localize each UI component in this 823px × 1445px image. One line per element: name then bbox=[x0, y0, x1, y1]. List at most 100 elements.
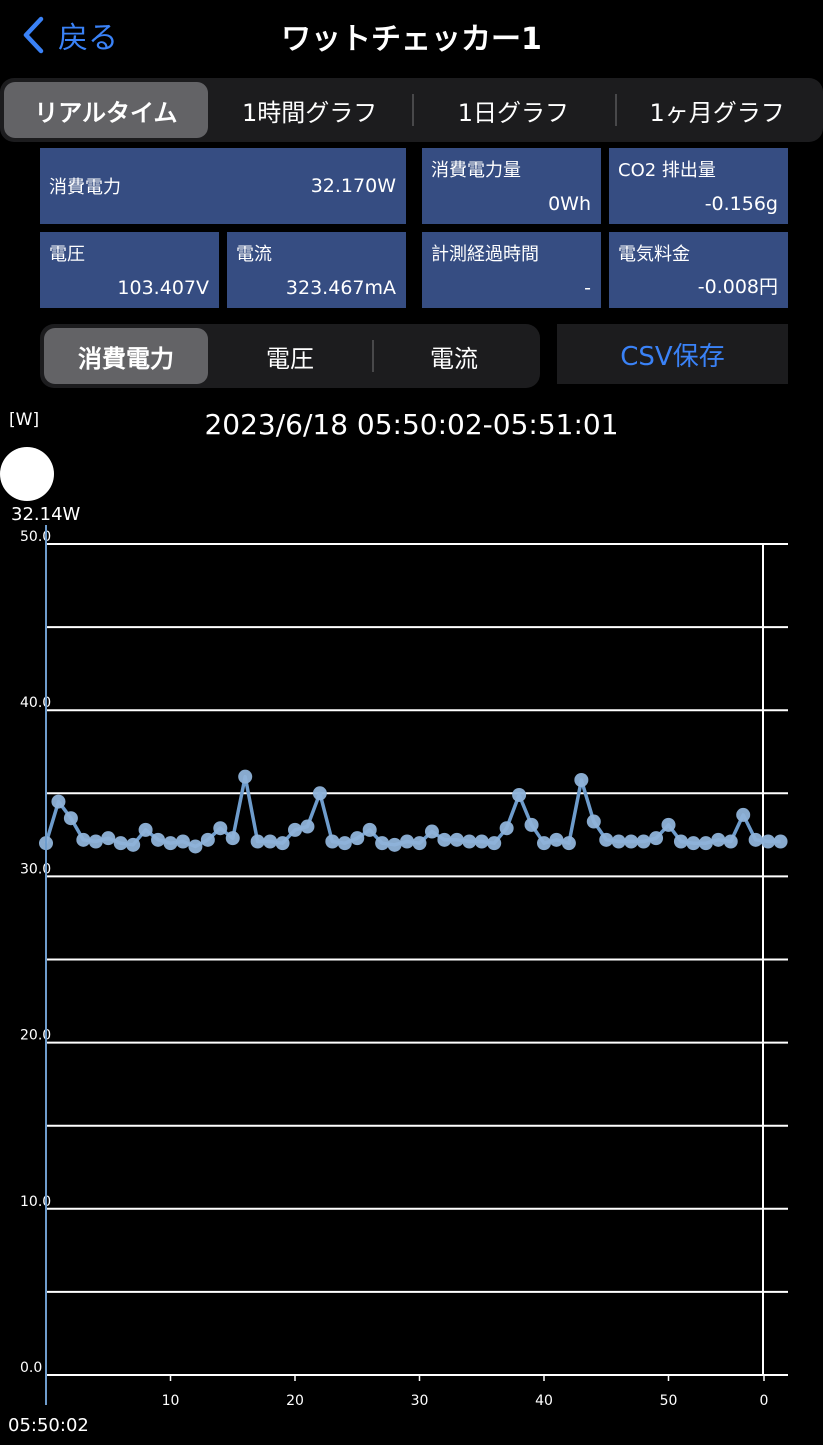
period-segmented-control: リアルタイム 1時間グラフ 1日グラフ 1ヶ月グラフ bbox=[0, 78, 823, 142]
data-point bbox=[549, 832, 564, 847]
data-point bbox=[76, 832, 91, 847]
current-value: 323.467mA bbox=[285, 277, 396, 299]
data-point bbox=[524, 817, 539, 832]
x-tick-label: 40 bbox=[535, 1393, 553, 1409]
data-point bbox=[88, 834, 103, 849]
data-point bbox=[449, 832, 464, 847]
data-point bbox=[574, 773, 589, 788]
data-point bbox=[661, 817, 676, 832]
data-point bbox=[263, 834, 278, 849]
data-point bbox=[512, 787, 527, 802]
data-point bbox=[723, 834, 738, 849]
energy-value: 0Wh bbox=[548, 193, 591, 215]
csv-save-button[interactable]: CSV保存 bbox=[557, 324, 788, 384]
x-tick-label: 10 bbox=[162, 1393, 180, 1409]
data-point bbox=[138, 822, 153, 837]
elapsed-card: 計測経過時間 - bbox=[422, 232, 601, 308]
elapsed-label: 計測経過時間 bbox=[431, 244, 539, 265]
energy-label: 消費電力量 bbox=[431, 160, 521, 181]
data-point bbox=[686, 836, 701, 851]
voltage-card: 電圧 103.407V bbox=[40, 232, 219, 308]
tab-1-day-graph[interactable]: 1日グラフ bbox=[411, 82, 616, 138]
tab-1-hour-graph[interactable]: 1時間グラフ bbox=[208, 82, 412, 138]
data-point bbox=[225, 831, 240, 846]
x-tick-label: 20 bbox=[286, 1393, 304, 1409]
time-range: 2023/6/18 05:50:02-05:51:01 bbox=[204, 408, 619, 441]
data-point bbox=[748, 832, 763, 847]
energy-card: 消費電力量 0Wh bbox=[422, 148, 601, 224]
tab-1-month-graph[interactable]: 1ヶ月グラフ bbox=[615, 82, 819, 138]
data-point bbox=[288, 822, 302, 837]
data-point bbox=[113, 836, 128, 851]
data-point bbox=[761, 834, 776, 849]
cost-label: 電気料金 bbox=[618, 244, 690, 265]
data-point bbox=[213, 821, 228, 836]
data-point bbox=[101, 831, 116, 846]
data-point bbox=[561, 836, 576, 851]
cost-card: 電気料金 -0.008円 bbox=[609, 232, 788, 308]
y-tick-label: 0.0 bbox=[20, 1360, 42, 1376]
data-point bbox=[200, 832, 215, 847]
data-point bbox=[350, 831, 365, 846]
data-point bbox=[499, 821, 514, 836]
tab-current[interactable]: 電流 bbox=[372, 328, 536, 384]
data-point bbox=[624, 834, 639, 849]
data-point bbox=[300, 819, 315, 834]
data-point bbox=[698, 836, 713, 851]
x-tick-label: 0 bbox=[760, 1393, 769, 1409]
data-point bbox=[188, 839, 203, 854]
data-point bbox=[63, 811, 78, 826]
data-point bbox=[362, 822, 377, 837]
data-point bbox=[599, 832, 614, 847]
data-point bbox=[275, 836, 290, 851]
current-card: 電流 323.467mA bbox=[227, 232, 406, 308]
data-point bbox=[537, 836, 551, 851]
data-point bbox=[126, 837, 141, 852]
cursor-start-time: 05:50:02 bbox=[8, 1415, 89, 1436]
co2-label: CO2 排出量 bbox=[618, 160, 716, 181]
tab-voltage[interactable]: 電圧 bbox=[208, 328, 372, 384]
power-line-chart: 0.010.020.030.040.050.010 20 30 40 50 0 bbox=[20, 525, 788, 1409]
elapsed-value: - bbox=[584, 277, 591, 299]
data-point bbox=[175, 834, 190, 849]
x-tick-label: 30 bbox=[411, 1393, 429, 1409]
co2-value: -0.156g bbox=[704, 193, 778, 215]
cursor-handle[interactable] bbox=[0, 447, 54, 501]
data-point bbox=[462, 834, 477, 849]
data-point bbox=[238, 769, 253, 784]
data-point bbox=[711, 832, 726, 847]
data-point bbox=[412, 836, 427, 851]
data-point bbox=[636, 834, 651, 849]
data-point bbox=[487, 836, 502, 851]
data-point bbox=[151, 832, 166, 847]
metric-segmented-control: 消費電力 電圧 電流 bbox=[40, 324, 540, 388]
co2-card: CO2 排出量 -0.156g bbox=[609, 148, 788, 224]
data-point bbox=[337, 836, 352, 851]
data-point bbox=[163, 836, 178, 851]
data-point bbox=[673, 834, 688, 849]
x-tick-label: 50 bbox=[660, 1393, 678, 1409]
page-title: ワットチェッカー1 bbox=[281, 22, 542, 57]
voltage-label: 電圧 bbox=[49, 244, 85, 265]
data-point bbox=[400, 834, 415, 849]
tab-power[interactable]: 消費電力 bbox=[44, 328, 208, 384]
data-point bbox=[424, 824, 439, 839]
data-point bbox=[387, 837, 402, 852]
data-point bbox=[736, 807, 751, 822]
data-point bbox=[474, 834, 489, 849]
data-point bbox=[611, 834, 626, 849]
power-value: 32.170W bbox=[310, 175, 396, 197]
current-label: 電流 bbox=[236, 244, 272, 265]
power-label: 消費電力 bbox=[49, 177, 121, 198]
data-point bbox=[437, 832, 452, 847]
tab-realtime[interactable]: リアルタイム bbox=[4, 82, 208, 138]
data-point bbox=[51, 794, 66, 809]
data-point bbox=[312, 786, 327, 801]
data-point bbox=[773, 834, 788, 849]
data-point bbox=[375, 836, 390, 851]
data-point bbox=[250, 834, 265, 849]
cost-value: -0.008円 bbox=[697, 276, 778, 298]
voltage-value: 103.407V bbox=[117, 277, 209, 299]
data-point bbox=[649, 831, 664, 846]
data-point bbox=[325, 834, 340, 849]
